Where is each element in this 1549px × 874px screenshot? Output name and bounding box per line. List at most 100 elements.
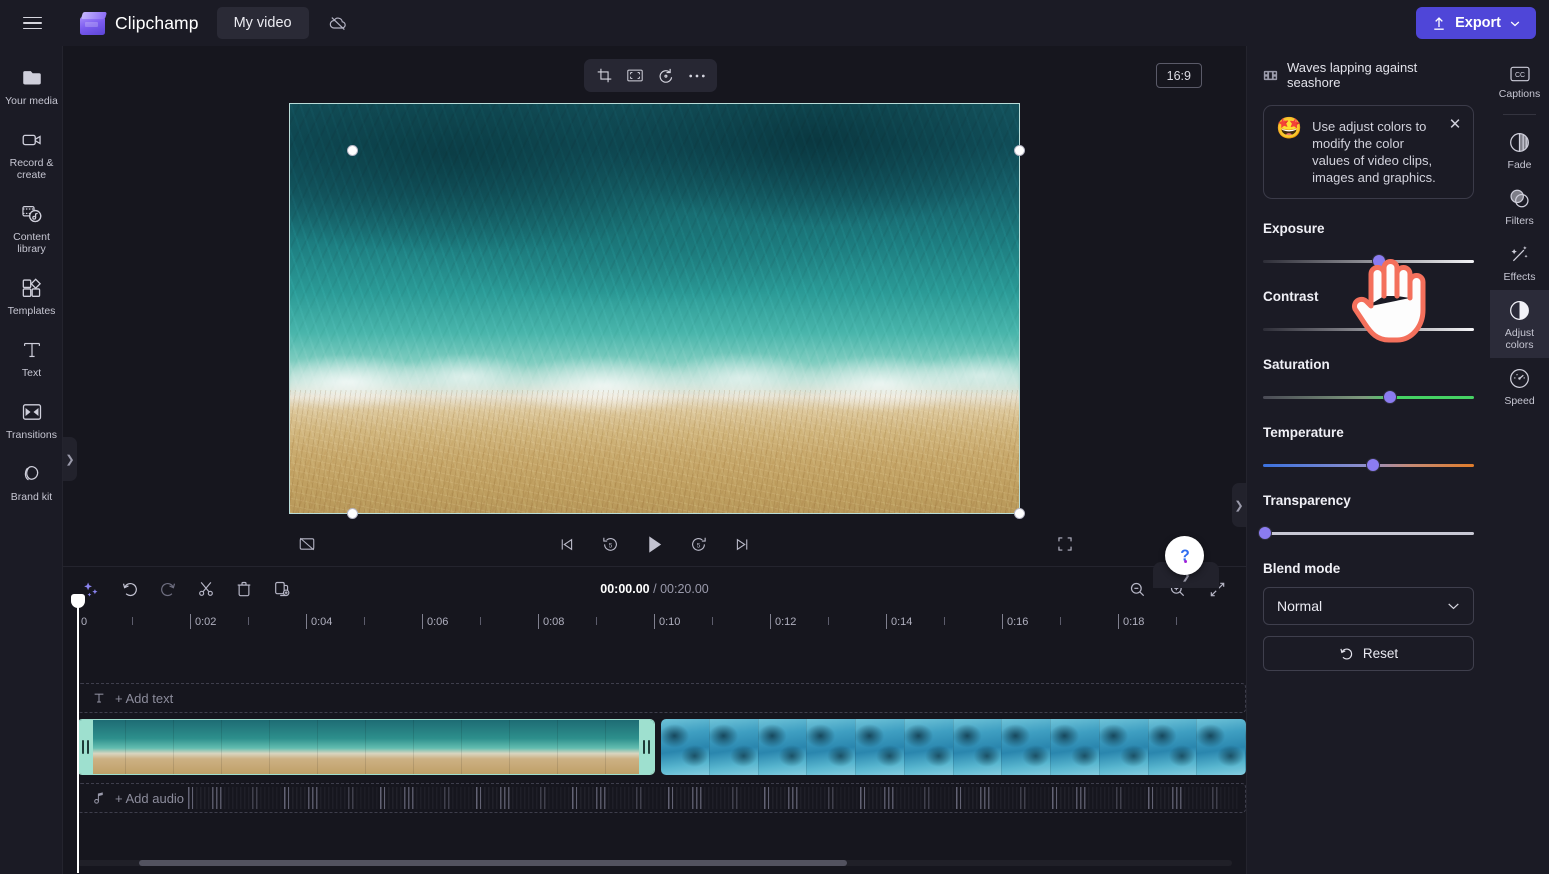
forward-5-icon[interactable]: 5	[682, 528, 716, 560]
playhead[interactable]	[71, 594, 85, 873]
delete-trash-icon[interactable]	[227, 574, 260, 604]
play-button[interactable]	[638, 528, 672, 560]
video-clip-2[interactable]	[661, 719, 1246, 775]
text-track[interactable]: + Add text	[77, 683, 1246, 713]
tab-label: Fade	[1507, 159, 1532, 171]
sidebar-item-text[interactable]: Text	[0, 330, 63, 385]
clip-thumbnails	[78, 720, 654, 774]
transitions-icon	[22, 404, 41, 420]
exposure-slider[interactable]	[1263, 253, 1474, 269]
fit-frame-icon[interactable]	[621, 63, 649, 89]
help-button[interactable]: ?	[1165, 536, 1204, 575]
svg-text:5: 5	[609, 542, 613, 549]
video-camera-icon	[22, 134, 41, 146]
audio-track[interactable]: + Add audio	[77, 783, 1246, 813]
split-scissors-icon[interactable]	[189, 574, 222, 604]
ruler-label: 0:18	[1123, 616, 1145, 628]
tab-fade[interactable]: Fade	[1490, 122, 1549, 178]
export-button[interactable]: Export	[1416, 7, 1536, 39]
magic-wand-icon	[1511, 246, 1528, 262]
blend-mode-value: Normal	[1277, 598, 1323, 614]
close-icon[interactable]: ✕	[1445, 114, 1465, 134]
expand-right-panel-chevron-right-icon[interactable]: ❯	[1232, 483, 1246, 527]
scrollbar-thumb[interactable]	[139, 860, 847, 866]
duplicate-icon[interactable]	[265, 574, 298, 604]
slider-thumb[interactable]	[1258, 526, 1273, 540]
video-clip-1[interactable]	[77, 719, 655, 775]
total-timecode: 00:20.00	[660, 582, 709, 596]
slider-thumb[interactable]	[1382, 390, 1397, 404]
temperature-slider[interactable]	[1263, 457, 1474, 473]
resize-handle-bottom-right[interactable]	[1014, 508, 1025, 519]
svg-text:CC: CC	[1514, 72, 1524, 79]
reset-button[interactable]: Reset	[1263, 636, 1474, 671]
skip-to-end-icon[interactable]	[726, 528, 760, 560]
brand-logo-link[interactable]: Clipchamp	[80, 11, 199, 35]
upload-icon	[1434, 16, 1444, 30]
ruler-label: 0	[81, 616, 88, 628]
rewind-5-icon[interactable]: 5	[594, 528, 628, 560]
contrast-slider[interactable]	[1263, 321, 1474, 337]
resize-handle-top-right[interactable]	[1014, 145, 1025, 156]
fullscreen-icon[interactable]	[1048, 528, 1082, 560]
add-audio-label: + Add audio	[115, 790, 185, 806]
sidebar-item-content-library[interactable]: Content library	[0, 194, 63, 261]
brand-name: Clipchamp	[115, 12, 199, 33]
saturation-slider[interactable]	[1263, 389, 1474, 405]
tab-adjust-colors[interactable]: Adjust colors	[1490, 290, 1549, 358]
sidebar-item-brand-kit[interactable]: Brand kit	[0, 454, 63, 509]
undo-arrow-icon	[1340, 648, 1352, 660]
blend-mode-select[interactable]: Normal	[1263, 587, 1474, 625]
hamburger-menu-icon[interactable]	[10, 0, 54, 46]
sidebar-item-label: Templates	[7, 305, 56, 317]
music-note-icon	[94, 792, 103, 804]
more-horizontal-icon[interactable]	[683, 63, 711, 89]
trim-handle-left[interactable]	[78, 720, 93, 774]
add-text-row[interactable]: + Add text	[77, 683, 1246, 713]
sidebar-item-label: Transitions	[6, 429, 57, 441]
redo-icon[interactable]	[151, 574, 184, 604]
slider-track	[1263, 531, 1474, 535]
current-timecode: 00:00.00	[600, 582, 650, 596]
project-name-tab[interactable]: My video	[216, 7, 309, 39]
crop-icon[interactable]	[590, 63, 618, 89]
trim-handle-right[interactable]	[639, 720, 654, 774]
sidebar-item-your-media[interactable]: Your media	[0, 58, 63, 113]
timeline-horizontal-scrollbar[interactable]	[77, 860, 1232, 866]
brand-kit-icon	[24, 466, 38, 481]
sidebar-item-record-create[interactable]: Record & create	[0, 120, 63, 187]
expand-left-panel-chevron-right-icon[interactable]: ❯	[63, 437, 77, 481]
clip-floating-toolbar	[584, 59, 717, 92]
slider-thumb[interactable]	[1365, 458, 1380, 472]
resize-handle-top-left[interactable]	[347, 145, 358, 156]
tool-rail-divider	[1503, 114, 1536, 115]
cloud-off-icon[interactable]	[321, 7, 355, 39]
preview-stage: 16:9 5 5 ❯ ? ❯	[63, 46, 1246, 588]
transparency-slider[interactable]	[1258, 525, 1474, 541]
resize-handle-bottom-left[interactable]	[347, 508, 358, 519]
tab-captions[interactable]: CC Captions	[1490, 56, 1549, 107]
temperature-label: Temperature	[1263, 425, 1344, 440]
sidebar-item-label: Brand kit	[10, 491, 53, 503]
sidebar-item-transitions[interactable]: Transitions	[0, 392, 63, 447]
slider-track	[1263, 327, 1474, 331]
slider-track	[1263, 395, 1474, 399]
timeline: 00:00.00 / 00:20.00 0 0:02 0:04 0:06 0:0…	[63, 566, 1246, 874]
slider-thumb[interactable]	[1372, 254, 1387, 268]
clipchamp-logo-icon	[80, 11, 108, 35]
tab-filters[interactable]: Filters	[1490, 178, 1549, 234]
sidebar-item-label: Text	[21, 367, 42, 379]
tab-speed[interactable]: Speed	[1490, 358, 1549, 414]
zoom-out-icon[interactable]	[1121, 574, 1154, 604]
tab-effects[interactable]: Effects	[1490, 234, 1549, 290]
video-preview-frame[interactable]	[289, 103, 1020, 514]
undo-icon[interactable]	[113, 574, 146, 604]
slider-thumb[interactable]	[1372, 322, 1387, 336]
rotate-icon[interactable]	[652, 63, 680, 89]
aspect-ratio-badge[interactable]: 16:9	[1155, 63, 1202, 88]
sidebar-item-templates[interactable]: Templates	[0, 268, 63, 323]
blend-mode-label: Blend mode	[1263, 561, 1341, 576]
add-audio-row[interactable]: + Add audio	[77, 783, 1246, 813]
skip-to-start-icon[interactable]	[550, 528, 584, 560]
timeline-ruler[interactable]: 0 0:02 0:04 0:06 0:08 0:10 0:12 0:14 0:1…	[77, 611, 1246, 637]
